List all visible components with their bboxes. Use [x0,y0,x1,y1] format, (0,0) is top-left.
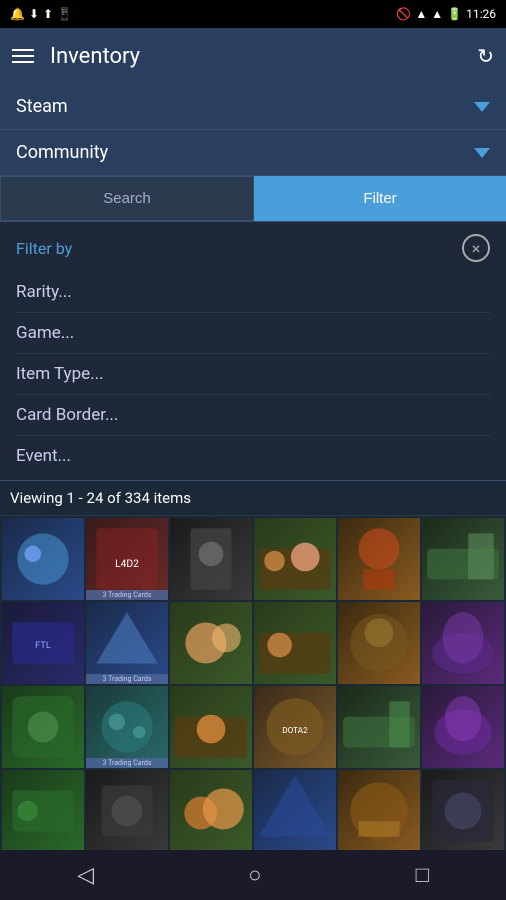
filter-item-event[interactable]: Event... [16,436,490,476]
grid-item-2[interactable]: L4D2 3 Trading Cards [86,518,168,600]
grid-item-11[interactable] [338,602,420,684]
grid-item-14[interactable]: 3 Trading Cards [86,686,168,768]
inventory-grid: L4D2 3 Trading Cards FTL 3 Trading Cards 3 T… [0,516,506,854]
refresh-button[interactable]: ↻ [477,44,494,68]
wifi-icon: ▲ [415,7,427,21]
page-title: Inventory [50,44,461,69]
block-icon: 🚫 [396,7,411,21]
item-badge-8: 3 Trading Cards [86,674,168,684]
grid-item-19[interactable] [2,770,84,852]
app-icon: 📱 [57,7,72,21]
community-dropdown-arrow [474,148,490,158]
grid-item-10[interactable] [254,602,336,684]
home-button[interactable]: ○ [248,862,261,888]
grid-item-17[interactable] [338,686,420,768]
grid-item-21[interactable] [170,770,252,852]
filter-title: Filter by [16,239,72,258]
grid-item-7[interactable]: FTL [2,602,84,684]
svg-text:DOTA2: DOTA2 [282,726,308,736]
tab-filter[interactable]: Filter [254,176,506,221]
svg-text:FTL: FTL [35,640,51,651]
steam-dropdown[interactable]: Steam [0,84,506,130]
grid-item-8[interactable]: 3 Trading Cards [86,602,168,684]
filter-item-item-type[interactable]: Item Type... [16,354,490,395]
recent-button[interactable]: □ [416,862,429,888]
grid-item-3[interactable] [170,518,252,600]
nav-bar: Inventory ↻ [0,28,506,84]
grid-item-24[interactable] [422,770,504,852]
viewing-count: Viewing 1 - 24 of 334 items [10,489,191,507]
filter-item-rarity[interactable]: Rarity... [16,272,490,313]
filter-panel: Filter by × Rarity... Game... Item Type.… [0,222,506,481]
community-dropdown[interactable]: Community [0,130,506,176]
grid-item-20[interactable] [86,770,168,852]
filter-item-card-border[interactable]: Card Border... [16,395,490,436]
grid-item-1[interactable] [2,518,84,600]
status-bar: 🔔 ⬇ ⬆ 📱 🚫 ▲ ▲ 🔋 11:26 [0,0,506,28]
status-icons-right: 🚫 ▲ ▲ 🔋 11:26 [396,7,496,21]
tab-search[interactable]: Search [0,176,254,221]
grid-item-9[interactable] [170,602,252,684]
filter-header: Filter by × [16,234,490,262]
signal-icon: ▲ [431,7,443,21]
item-badge-2: 3 Trading Cards [86,590,168,600]
viewing-bar: Viewing 1 - 24 of 334 items [0,481,506,516]
community-dropdown-label: Community [16,142,474,163]
grid-item-5[interactable] [338,518,420,600]
status-icons-left: 🔔 ⬇ ⬆ 📱 [10,7,72,21]
upload-icon: ⬆ [43,7,53,21]
svg-text:L4D2: L4D2 [115,557,139,570]
back-button[interactable]: ◁ [77,863,94,888]
grid-item-6[interactable] [422,518,504,600]
bottom-nav: ◁ ○ □ [0,850,506,900]
steam-dropdown-label: Steam [16,96,474,117]
grid-item-13[interactable] [2,686,84,768]
tab-row: Search Filter [0,176,506,222]
steam-dropdown-arrow [474,102,490,112]
grid-item-12[interactable] [422,602,504,684]
download-icon: ⬇ [29,7,39,21]
filter-item-game[interactable]: Game... [16,313,490,354]
filter-close-button[interactable]: × [462,234,490,262]
battery-icon: 🔋 [447,7,462,21]
grid-item-22[interactable] [254,770,336,852]
hamburger-menu[interactable] [12,49,34,63]
grid-item-4[interactable] [254,518,336,600]
time-display: 11:26 [466,7,496,21]
item-badge-14: 3 Trading Cards [86,758,168,768]
grid-item-18[interactable] [422,686,504,768]
notification-icon: 🔔 [10,7,25,21]
grid-item-23[interactable] [338,770,420,852]
grid-item-16[interactable]: DOTA2 [254,686,336,768]
grid-item-15[interactable] [170,686,252,768]
